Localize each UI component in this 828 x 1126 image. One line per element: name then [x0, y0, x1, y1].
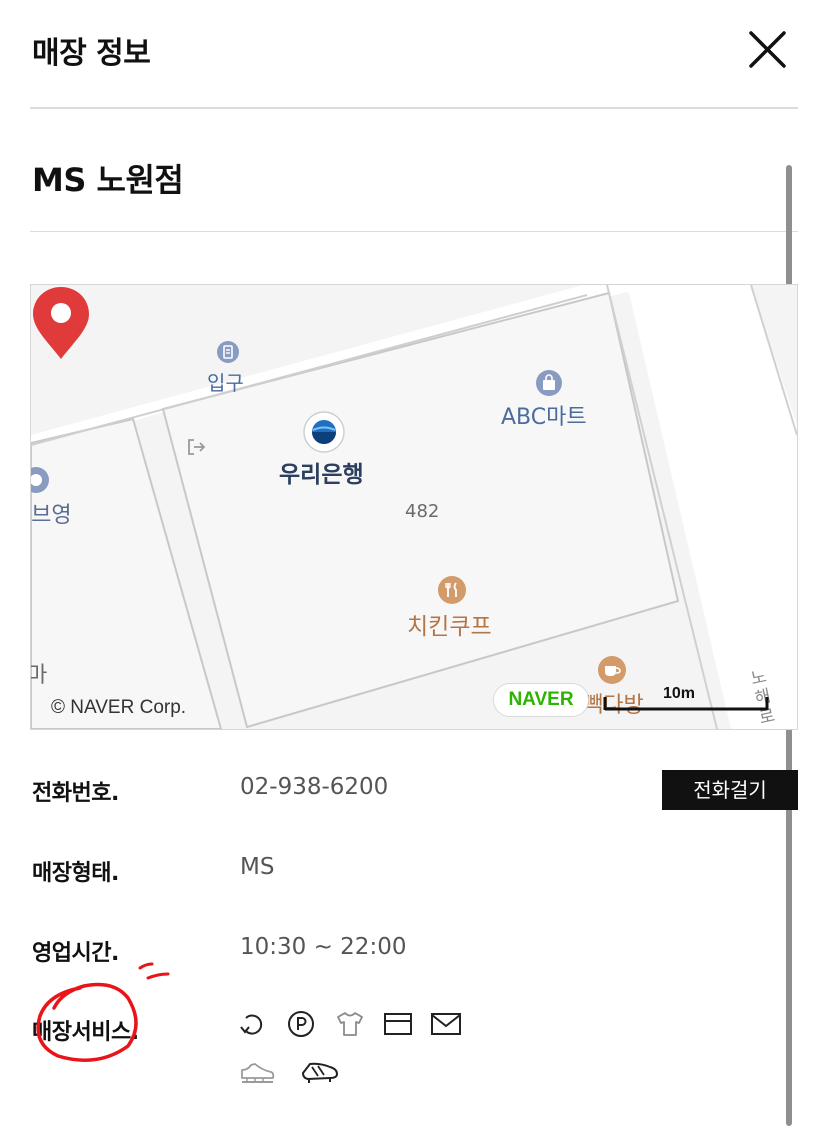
- map-label-left-edge: l브영: [31, 503, 72, 528]
- map-label-abc-mart: ABC마트: [501, 405, 587, 430]
- bank-logo-icon: [303, 411, 345, 453]
- exchange-icon: [240, 1014, 263, 1035]
- store-type-label: 매장형태.: [32, 861, 119, 886]
- store-name: MS 노원점: [32, 161, 184, 199]
- hours-label: 영업시간.: [32, 941, 119, 966]
- call-button[interactable]: 전화걸기: [662, 770, 798, 810]
- map-label-entrance: 입구: [207, 371, 244, 395]
- close-button[interactable]: [744, 26, 792, 74]
- phone-value: 02-938-6200: [240, 774, 389, 800]
- phone-label: 전화번호.: [32, 781, 119, 806]
- mail-icon: [431, 1013, 461, 1035]
- scale-label: 10m: [663, 685, 696, 702]
- map-label-left-bottom: 마: [31, 657, 47, 689]
- parking-icon: [288, 1011, 314, 1037]
- tshirt-icon: [337, 1012, 363, 1036]
- soccer-cleat-icon: [302, 1062, 338, 1083]
- exit-icon: [188, 439, 206, 455]
- card-icon: [384, 1013, 412, 1035]
- naver-logo: NAVER: [493, 683, 589, 717]
- hours-value: 10:30 ~ 22:00: [240, 934, 407, 960]
- store-map[interactable]: 입구 ABC마트 우리은행 482 l브영 치킨쿠프 마: [30, 284, 798, 730]
- map-label-address: 482: [405, 501, 440, 522]
- header-divider: [30, 107, 798, 109]
- entrance-icon: [217, 341, 239, 363]
- header: 매장 정보: [0, 0, 828, 110]
- shopping-bag-icon: [536, 370, 562, 396]
- annotation-circle: [36, 962, 170, 1062]
- map-label-woori-bank: 우리은행: [279, 462, 364, 488]
- page-title: 매장 정보: [32, 36, 151, 71]
- store-divider: [30, 231, 798, 232]
- location-pin-icon[interactable]: [31, 285, 91, 361]
- restaurant-icon: [438, 576, 466, 604]
- close-icon: [749, 31, 786, 68]
- location-dot-icon: [31, 467, 49, 493]
- map-copyright: © NAVER Corp.: [51, 697, 187, 718]
- running-shoe-icon: [241, 1063, 275, 1083]
- store-type-value: MS: [240, 854, 275, 880]
- map-scale: 10m: [603, 685, 769, 711]
- cafe-icon: [598, 656, 626, 684]
- map-label-chicken: 치킨쿠프: [407, 614, 492, 640]
- services-label: 매장서비스.: [32, 1020, 139, 1045]
